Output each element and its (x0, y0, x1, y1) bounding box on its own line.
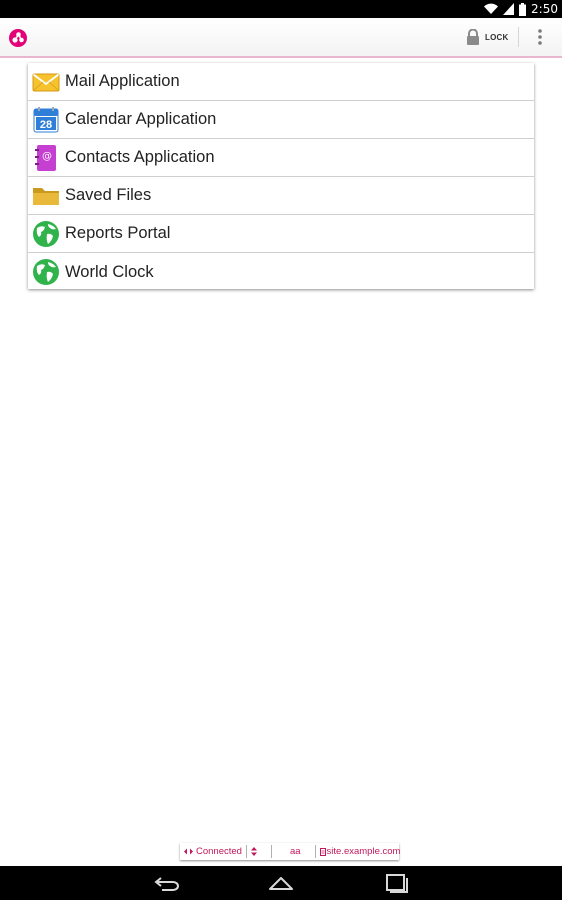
contacts-icon-symbol: @ (42, 151, 52, 162)
action-bar-divider (518, 27, 519, 47)
wifi-icon (484, 3, 499, 15)
overflow-menu-icon[interactable] (530, 26, 550, 48)
lock-button[interactable]: LOCK (466, 24, 508, 50)
globe-icon (32, 258, 60, 286)
connection-status-strip: Connected aa site.example.com (180, 843, 400, 860)
status-time: 2:50 (531, 2, 558, 16)
action-bar: LOCK (0, 18, 562, 58)
padlock-icon (467, 29, 479, 45)
battery-icon (519, 2, 527, 16)
site-address[interactable]: site.example.com (316, 845, 405, 858)
list-item-calendar-application[interactable]: 28 Calendar Application (28, 101, 534, 139)
screen: 2:50 LOCK Mail Application 28 Calendar A… (0, 0, 562, 900)
list-item-world-clock[interactable]: World Clock (28, 253, 534, 291)
site-address-text: site.example.com (326, 846, 401, 857)
home-icon[interactable] (265, 870, 297, 896)
calendar-icon: 28 (32, 106, 60, 134)
connection-status: Connected (180, 845, 247, 858)
navigation-bar (0, 866, 562, 900)
connection-arrows-icon (184, 848, 193, 855)
list-item-contacts-application[interactable]: @ Contacts Application (28, 139, 534, 177)
list-item-label: Mail Application (65, 72, 180, 90)
app-list: Mail Application 28 Calendar Application (28, 63, 534, 289)
contacts-book-icon: @ (32, 144, 60, 172)
app-logo-icon[interactable] (8, 28, 28, 48)
font-size-label: aa (289, 846, 301, 857)
list-item-label: World Clock (65, 262, 154, 281)
lock-label: LOCK (485, 32, 509, 42)
globe-icon (32, 220, 60, 248)
list-item-label: Calendar Application (65, 110, 217, 128)
site-page-icon (319, 847, 326, 856)
list-item-reports-portal[interactable]: Reports Portal (28, 215, 534, 253)
status-bar: 2:50 (0, 0, 562, 18)
recent-apps-icon[interactable] (380, 870, 412, 896)
font-size-button[interactable]: aa (272, 845, 316, 858)
status-icons: 2:50 (484, 0, 558, 18)
back-icon[interactable] (152, 870, 184, 896)
list-item-label: Saved Files (65, 186, 152, 204)
list-item-mail-application[interactable]: Mail Application (28, 63, 534, 101)
envelope-icon (32, 68, 60, 96)
list-item-saved-files[interactable]: Saved Files (28, 177, 534, 215)
up-down-arrows-icon (250, 847, 257, 856)
scroll-toggle[interactable] (247, 845, 272, 858)
folder-icon (32, 182, 60, 210)
calendar-icon-day: 28 (40, 119, 52, 131)
connection-status-text: Connected (196, 846, 242, 857)
cellular-signal-icon (503, 3, 515, 15)
list-item-label: Contacts Application (65, 148, 215, 166)
list-item-label: Reports Portal (65, 224, 171, 242)
